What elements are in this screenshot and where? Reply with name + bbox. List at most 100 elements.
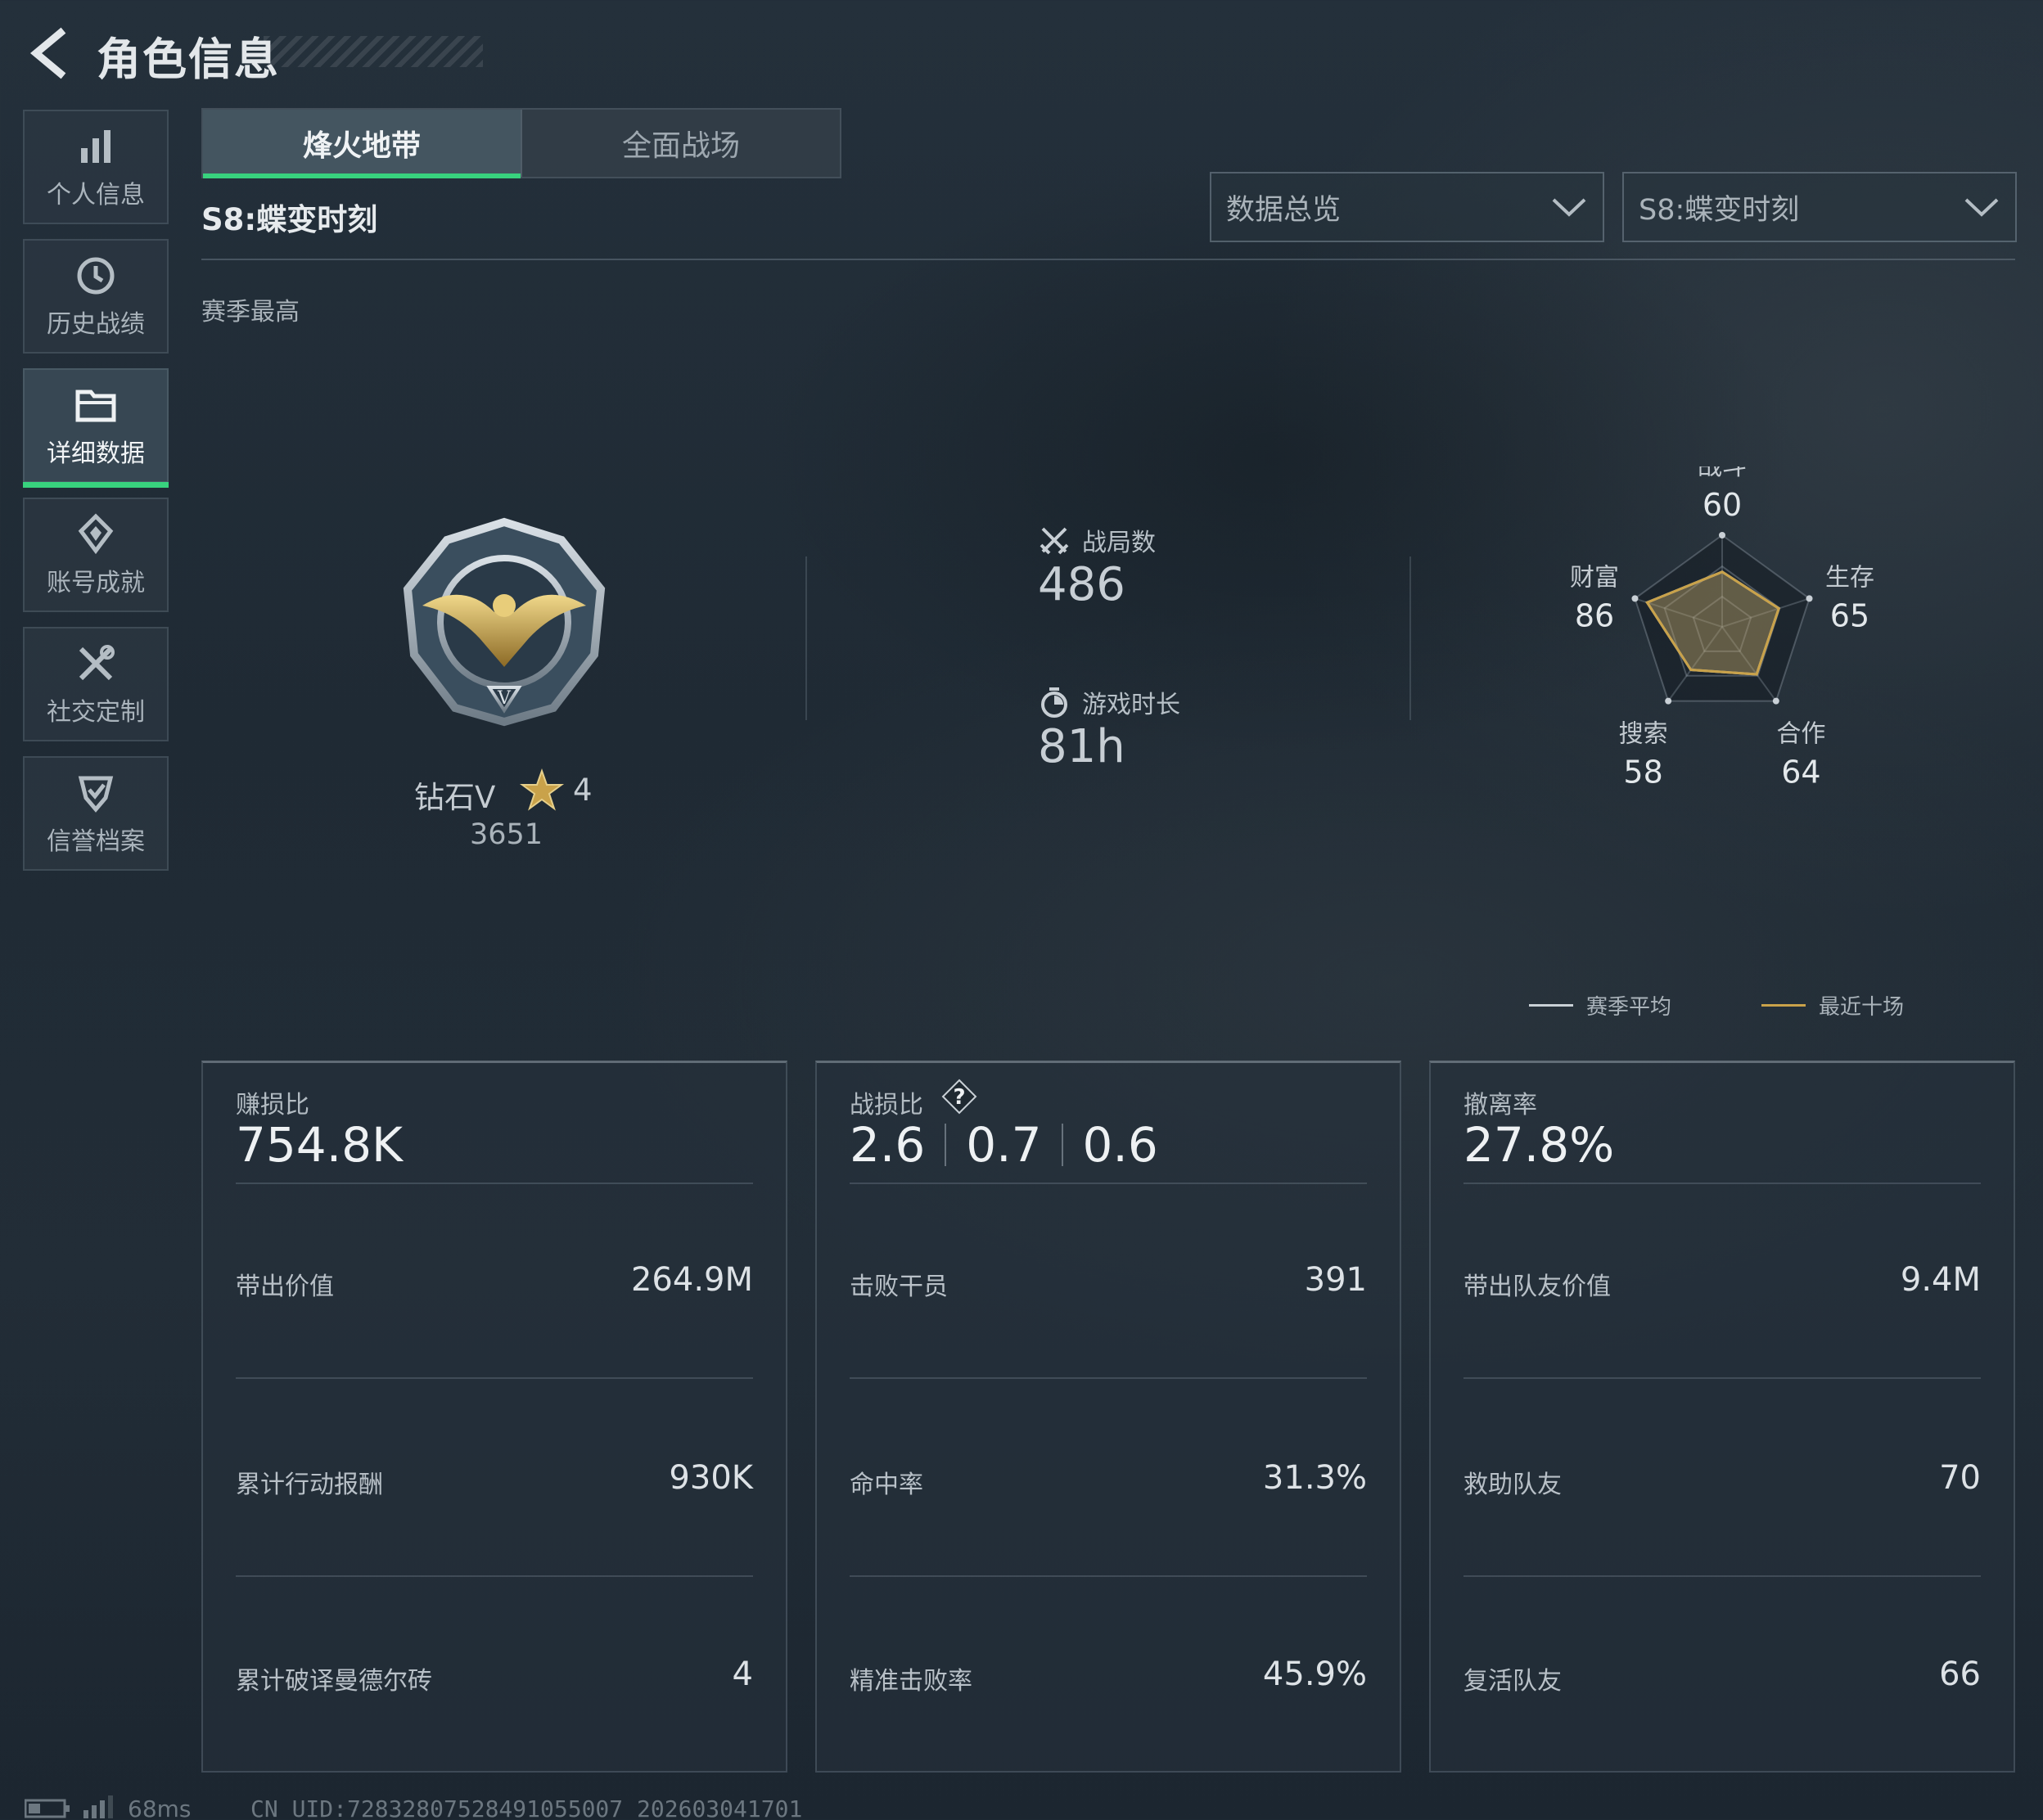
chevron-down-icon bbox=[1964, 198, 1999, 217]
playtime-value: 81h bbox=[1038, 720, 1125, 773]
kd-card: 战损比 2.6 0.7 0.6 击败干员 391 命中率 31.3% 精准击败率 4… bbox=[815, 1061, 1401, 1773]
radar-axis-label: 合作 bbox=[1776, 720, 1825, 749]
medal-icon bbox=[78, 513, 114, 555]
card-main-value: 754.8K bbox=[236, 1117, 404, 1173]
radar-axis-label: 搜索 bbox=[1619, 720, 1668, 749]
legend-season-avg: 赛季平均 bbox=[1529, 990, 1671, 1020]
shield-check-icon bbox=[78, 776, 114, 813]
legend-label: 最近十场 bbox=[1819, 995, 1905, 1020]
divider bbox=[236, 1183, 753, 1184]
divider bbox=[850, 1575, 1367, 1577]
legend-recent-ten: 最近十场 bbox=[1761, 990, 1904, 1020]
stat-label: 击败干员 bbox=[850, 1273, 948, 1301]
stopwatch-icon bbox=[1041, 687, 1067, 718]
stat-value: 70 bbox=[1939, 1459, 1981, 1497]
sidebar-item-credit[interactable]: 信誉档案 bbox=[23, 756, 169, 871]
tools-icon bbox=[79, 645, 115, 681]
divider bbox=[945, 1124, 947, 1166]
sidebar-item-label: 社交定制 bbox=[47, 698, 145, 727]
radar-axis-label: 财富 bbox=[1570, 563, 1619, 592]
legend-swatch bbox=[1529, 1004, 1573, 1007]
divider bbox=[850, 1183, 1367, 1184]
sidebar-item-history[interactable]: 历史战绩 bbox=[23, 239, 169, 354]
card-main-value: 27.8% bbox=[1463, 1117, 1615, 1173]
matches-value: 486 bbox=[1038, 558, 1125, 611]
kd-value: 0.6 bbox=[1082, 1117, 1158, 1173]
radar-axis-value: 65 bbox=[1830, 597, 1869, 633]
stat-label: 精准击败率 bbox=[850, 1667, 972, 1696]
playtime-label: 游戏时长 bbox=[1082, 691, 1180, 719]
card-title: 撤离率 bbox=[1463, 1091, 1537, 1119]
svg-text:?: ? bbox=[953, 1085, 965, 1110]
extract-card: 撤离率 27.8% 带出队友价值 9.4M 救助队友 70 复活队友 66 bbox=[1429, 1061, 2015, 1773]
matches-label: 战局数 bbox=[1082, 529, 1156, 557]
sidebar-item-achievements[interactable]: 账号成就 bbox=[23, 498, 169, 612]
divider bbox=[805, 556, 807, 720]
divider bbox=[1463, 1377, 1981, 1379]
sidebar-item-personal-info[interactable]: 个人信息 bbox=[23, 110, 169, 224]
sidebar-item-label: 个人信息 bbox=[47, 181, 145, 209]
rank-stars-count: 4 bbox=[573, 773, 593, 808]
back-arrow-icon[interactable] bbox=[23, 25, 80, 82]
divider bbox=[1463, 1183, 1981, 1184]
tab-full-battlefield[interactable]: 全面战场 bbox=[521, 110, 840, 177]
battery-icon bbox=[24, 1799, 70, 1818]
sidebar-item-label: 账号成就 bbox=[47, 569, 145, 597]
chevron-down-icon bbox=[1552, 198, 1586, 217]
title-decoration bbox=[264, 36, 483, 67]
matches-stat: 战局数 bbox=[1038, 522, 1156, 558]
tab-warzone[interactable]: 烽火地带 bbox=[203, 110, 521, 178]
sidebar-item-social[interactable]: 社交定制 bbox=[23, 627, 169, 741]
radar-axis-label: 战斗 bbox=[1698, 466, 1747, 481]
radar-axis-value: 58 bbox=[1623, 755, 1662, 791]
divider bbox=[850, 1377, 1367, 1379]
radar-axis-dot bbox=[1631, 595, 1639, 602]
stat-label: 带出队友价值 bbox=[1463, 1273, 1611, 1301]
sidebar-item-label: 历史战绩 bbox=[47, 310, 145, 339]
radar-axis-dot bbox=[1665, 697, 1672, 705]
ability-radar-chart: 战斗 60 生存 65 合作 64 搜索 58 财富 86 bbox=[1570, 466, 1874, 791]
stat-value: 31.3% bbox=[1262, 1459, 1367, 1497]
data-mode-select-value: 数据总览 bbox=[1226, 193, 1342, 227]
stat-value: 45.9% bbox=[1262, 1656, 1367, 1693]
stat-value: 264.9M bbox=[630, 1261, 753, 1299]
stat-label: 复活队友 bbox=[1463, 1667, 1562, 1696]
radar-axis-value: 60 bbox=[1702, 487, 1742, 523]
divider bbox=[1409, 556, 1411, 720]
divider bbox=[1463, 1575, 1981, 1577]
divider bbox=[236, 1377, 753, 1379]
stat-value: 930K bbox=[669, 1459, 753, 1497]
season-select[interactable]: S8:蝶变时刻 bbox=[1622, 172, 2017, 242]
divider bbox=[201, 259, 2015, 260]
tab-label: 烽火地带 bbox=[302, 129, 421, 163]
season-select-value: S8:蝶变时刻 bbox=[1639, 193, 1800, 227]
stat-value: 4 bbox=[732, 1656, 753, 1693]
radar-axis-label: 生存 bbox=[1825, 563, 1874, 592]
rank-score: 3651 bbox=[470, 818, 543, 851]
card-title: 赚损比 bbox=[236, 1091, 309, 1119]
mode-tabs: 烽火地带 全面战场 bbox=[201, 108, 841, 178]
sidebar-item-detailed-data[interactable]: 详细数据 bbox=[23, 368, 169, 488]
stat-label: 累计行动报酬 bbox=[236, 1471, 383, 1499]
kd-value: 0.7 bbox=[966, 1117, 1042, 1173]
radar-axis-dot bbox=[1719, 532, 1725, 538]
divider bbox=[236, 1575, 753, 1577]
help-icon[interactable]: ? bbox=[941, 1079, 977, 1115]
rank-emblem-icon: V bbox=[398, 516, 611, 728]
bar-chart-icon bbox=[81, 130, 110, 163]
page-title: 角色信息 bbox=[97, 34, 280, 85]
radar-axis-dot bbox=[1772, 697, 1779, 705]
sidebar-item-label: 信誉档案 bbox=[47, 827, 145, 856]
season-title: S8:蝶变时刻 bbox=[201, 202, 378, 237]
card-title: 战损比 bbox=[850, 1091, 923, 1119]
radar-axis-dot bbox=[1806, 595, 1813, 602]
legend-swatch bbox=[1761, 1004, 1806, 1007]
sidebar-item-label: 详细数据 bbox=[47, 439, 145, 468]
radar-axis-value: 86 bbox=[1575, 597, 1614, 633]
season-best-label: 赛季最高 bbox=[201, 298, 300, 327]
stat-value: 391 bbox=[1304, 1261, 1367, 1299]
data-mode-select[interactable]: 数据总览 bbox=[1210, 172, 1604, 242]
rank-name: 钻石V bbox=[414, 780, 496, 815]
stat-label: 带出价值 bbox=[236, 1273, 334, 1301]
stat-label: 命中率 bbox=[850, 1471, 923, 1499]
